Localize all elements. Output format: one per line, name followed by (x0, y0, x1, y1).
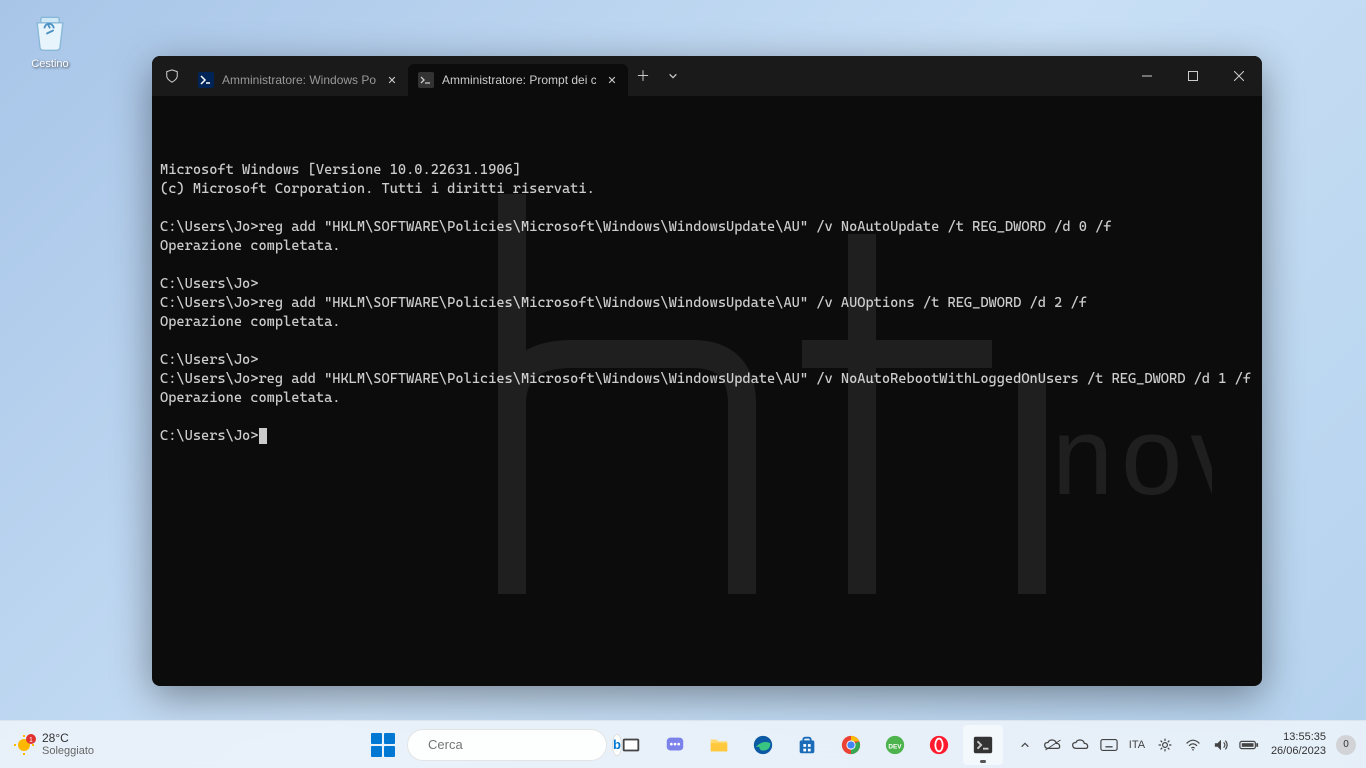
language-indicator[interactable]: ITA (1125, 731, 1149, 759)
maximize-button[interactable] (1170, 56, 1216, 96)
volume-icon[interactable] (1209, 731, 1233, 759)
wifi-icon[interactable] (1181, 731, 1205, 759)
desktop-icon-recycle-bin[interactable]: Cestino (18, 10, 82, 70)
taskbar-datetime[interactable]: 13:55:35 26/06/2023 (1265, 731, 1332, 757)
onedrive-icon[interactable] (1041, 731, 1065, 759)
minimize-button[interactable] (1124, 56, 1170, 96)
onedrive-icon-2[interactable] (1069, 731, 1093, 759)
terminal-output[interactable]: novo Microsoft Windows [Versione 10.0.22… (152, 96, 1262, 686)
edge-dev-button[interactable]: DEV (875, 725, 915, 765)
tab-dropdown-button[interactable] (658, 61, 688, 91)
windows-icon (371, 733, 395, 757)
terminal-window: Amministratore: Windows Pow ✕ Amministra… (152, 56, 1262, 686)
taskbar-date: 26/06/2023 (1271, 745, 1326, 758)
taskbar-search[interactable]: b (407, 729, 607, 761)
keyboard-icon[interactable] (1097, 731, 1121, 759)
tab-label: Amministratore: Windows Pow (222, 73, 376, 87)
titlebar[interactable]: Amministratore: Windows Pow ✕ Amministra… (152, 56, 1262, 96)
opera-button[interactable] (919, 725, 959, 765)
chrome-button[interactable] (831, 725, 871, 765)
file-explorer-button[interactable] (699, 725, 739, 765)
new-tab-button[interactable]: ＋ (628, 61, 658, 91)
powershell-icon (198, 72, 214, 88)
weather-condition: Soleggiato (42, 745, 94, 757)
start-button[interactable] (363, 725, 403, 765)
close-button[interactable] (1216, 56, 1262, 96)
svg-text:DEV: DEV (888, 743, 902, 750)
taskbar-time: 13:55:35 (1271, 731, 1326, 744)
notification-button[interactable]: 0 (1336, 735, 1356, 755)
taskbar: 1 28°C Soleggiato b (0, 720, 1366, 768)
weather-sunny-icon: 1 (12, 733, 36, 757)
store-button[interactable] (787, 725, 827, 765)
tray-overflow-button[interactable] (1013, 731, 1037, 759)
tab-cmd[interactable]: Amministratore: Prompt dei c ✕ (408, 64, 628, 96)
battery-icon[interactable] (1237, 731, 1261, 759)
chat-button[interactable] (655, 725, 695, 765)
terminal-taskbar-button[interactable] (963, 725, 1003, 765)
task-view-button[interactable] (611, 725, 651, 765)
edge-button[interactable] (743, 725, 783, 765)
tab-powershell[interactable]: Amministratore: Windows Pow ✕ (188, 64, 408, 96)
settings-icon[interactable] (1153, 731, 1177, 759)
tab-close-button[interactable]: ✕ (604, 72, 620, 88)
desktop-icon-label: Cestino (18, 58, 82, 70)
tab-close-button[interactable]: ✕ (384, 72, 400, 88)
cmd-icon (418, 72, 434, 88)
weather-temp: 28°C (42, 732, 94, 745)
tab-label: Amministratore: Prompt dei c (442, 73, 596, 87)
admin-shield-icon (164, 68, 180, 84)
recycle-bin-icon (28, 10, 72, 54)
svg-text:1: 1 (29, 737, 33, 744)
taskbar-weather[interactable]: 1 28°C Soleggiato (12, 732, 94, 757)
search-input[interactable] (428, 737, 604, 752)
